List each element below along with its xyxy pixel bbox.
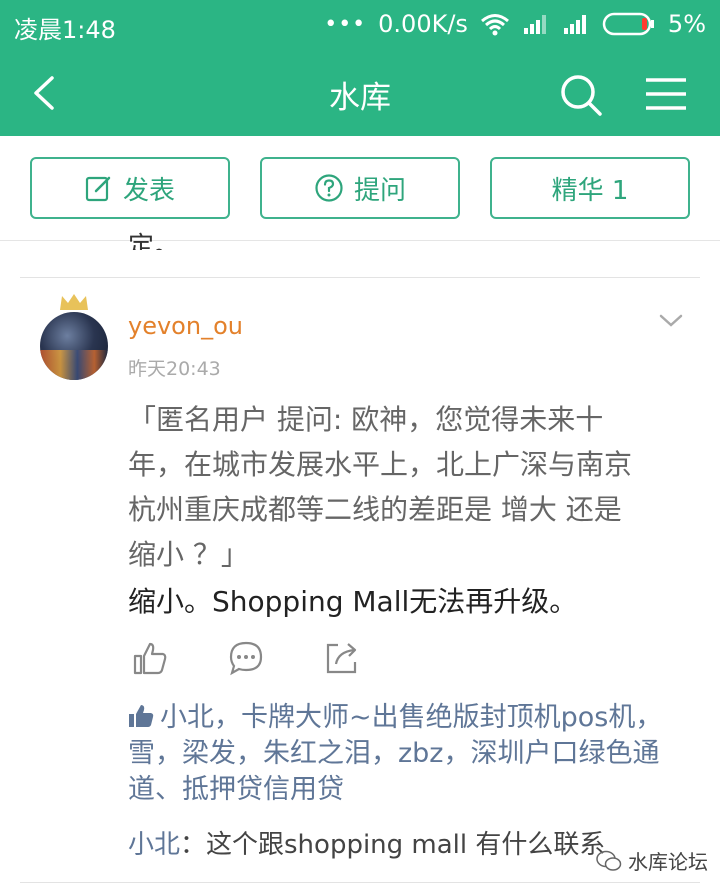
battery-percent: 5%	[667, 10, 706, 38]
ask-button[interactable]: 提问	[260, 157, 460, 219]
author-name[interactable]: yevon_ou	[128, 312, 243, 340]
like-icon[interactable]	[132, 640, 168, 676]
ask-button-label: 提问	[353, 175, 406, 206]
wifi-icon	[480, 14, 509, 36]
battery-icon	[602, 12, 654, 36]
comment-author[interactable]: 小北	[128, 830, 180, 860]
avatar[interactable]	[40, 312, 108, 380]
liked-by-names[interactable]: 道、抵押贷信用贷	[128, 772, 688, 808]
search-icon[interactable]	[558, 72, 604, 118]
question-icon	[315, 174, 343, 202]
network-speed: 0.00K/s	[378, 10, 468, 38]
comment-icon[interactable]	[228, 640, 264, 676]
menu-icon[interactable]	[644, 76, 688, 112]
divider	[20, 277, 700, 278]
status-icons: ••• 0.00K/s 5%	[324, 10, 706, 38]
status-bar: 凌晨1:48 ••• 0.00K/s 5%	[0, 0, 720, 50]
back-arrow-icon[interactable]	[26, 72, 66, 114]
quote-line: 年，在城市发展水平上，北上广深与南京	[128, 448, 633, 481]
post-button[interactable]: 发表	[30, 157, 230, 219]
watermark-text: 水库论坛	[628, 850, 708, 874]
quote-line: 缩小 ？」	[128, 538, 249, 571]
quoted-question: 「匿名用户 提问: 欧神，您觉得未来十 年，在城市发展水平上，北上广深与南京 杭…	[128, 397, 688, 577]
post-timestamp: 昨天20:43	[128, 358, 221, 380]
app-bar: 水库	[0, 50, 720, 136]
liked-by-line: 小北，卡牌大师~出售绝版封顶机pos机，	[128, 700, 688, 736]
liked-by-names[interactable]: 雪，梁发，朱红之泪，zbz，深圳户口绿色通	[128, 736, 688, 772]
watermark: 水库论坛	[596, 846, 708, 875]
quote-line: 杭州重庆成都等二线的差距是 增大 还是	[128, 493, 622, 526]
edit-icon	[85, 176, 111, 202]
liked-by-list: 小北，卡牌大师~出售绝版封顶机pos机， 雪，梁发，朱红之泪，zbz，深圳户口绿…	[128, 700, 688, 808]
quote-line: 「匿名用户 提问: 欧神，您觉得未来十	[128, 403, 604, 436]
comment-text: ：这个跟shopping mall 有什么联系	[180, 830, 606, 860]
forum-toolbar: 发表 提问 精华 1	[0, 136, 720, 241]
chevron-down-icon[interactable]	[658, 312, 684, 330]
wechat-logo-icon	[596, 850, 622, 871]
post-button-label: 发表	[122, 175, 175, 206]
divider	[20, 882, 700, 883]
share-icon[interactable]	[324, 640, 360, 676]
signal-icon-1	[523, 15, 546, 34]
signal-icon-2	[563, 15, 586, 34]
status-time: 凌晨1:48	[14, 16, 116, 44]
crown-icon	[60, 294, 88, 310]
liked-by-names[interactable]: 小北，卡牌大师~出售绝版封顶机pos机，	[160, 702, 662, 733]
comment-item[interactable]: 小北：这个跟shopping mall 有什么联系	[128, 824, 605, 861]
thumbs-up-icon	[129, 705, 154, 727]
answer-text: 缩小。Shopping Mall无法再升级。	[128, 585, 578, 618]
featured-button[interactable]: 精华 1	[490, 157, 690, 219]
featured-button-label: 精华 1	[551, 175, 629, 206]
more-dots-icon: •••	[324, 11, 367, 37]
previous-post-text: 定。	[128, 232, 181, 250]
page-title: 水库	[329, 80, 391, 116]
